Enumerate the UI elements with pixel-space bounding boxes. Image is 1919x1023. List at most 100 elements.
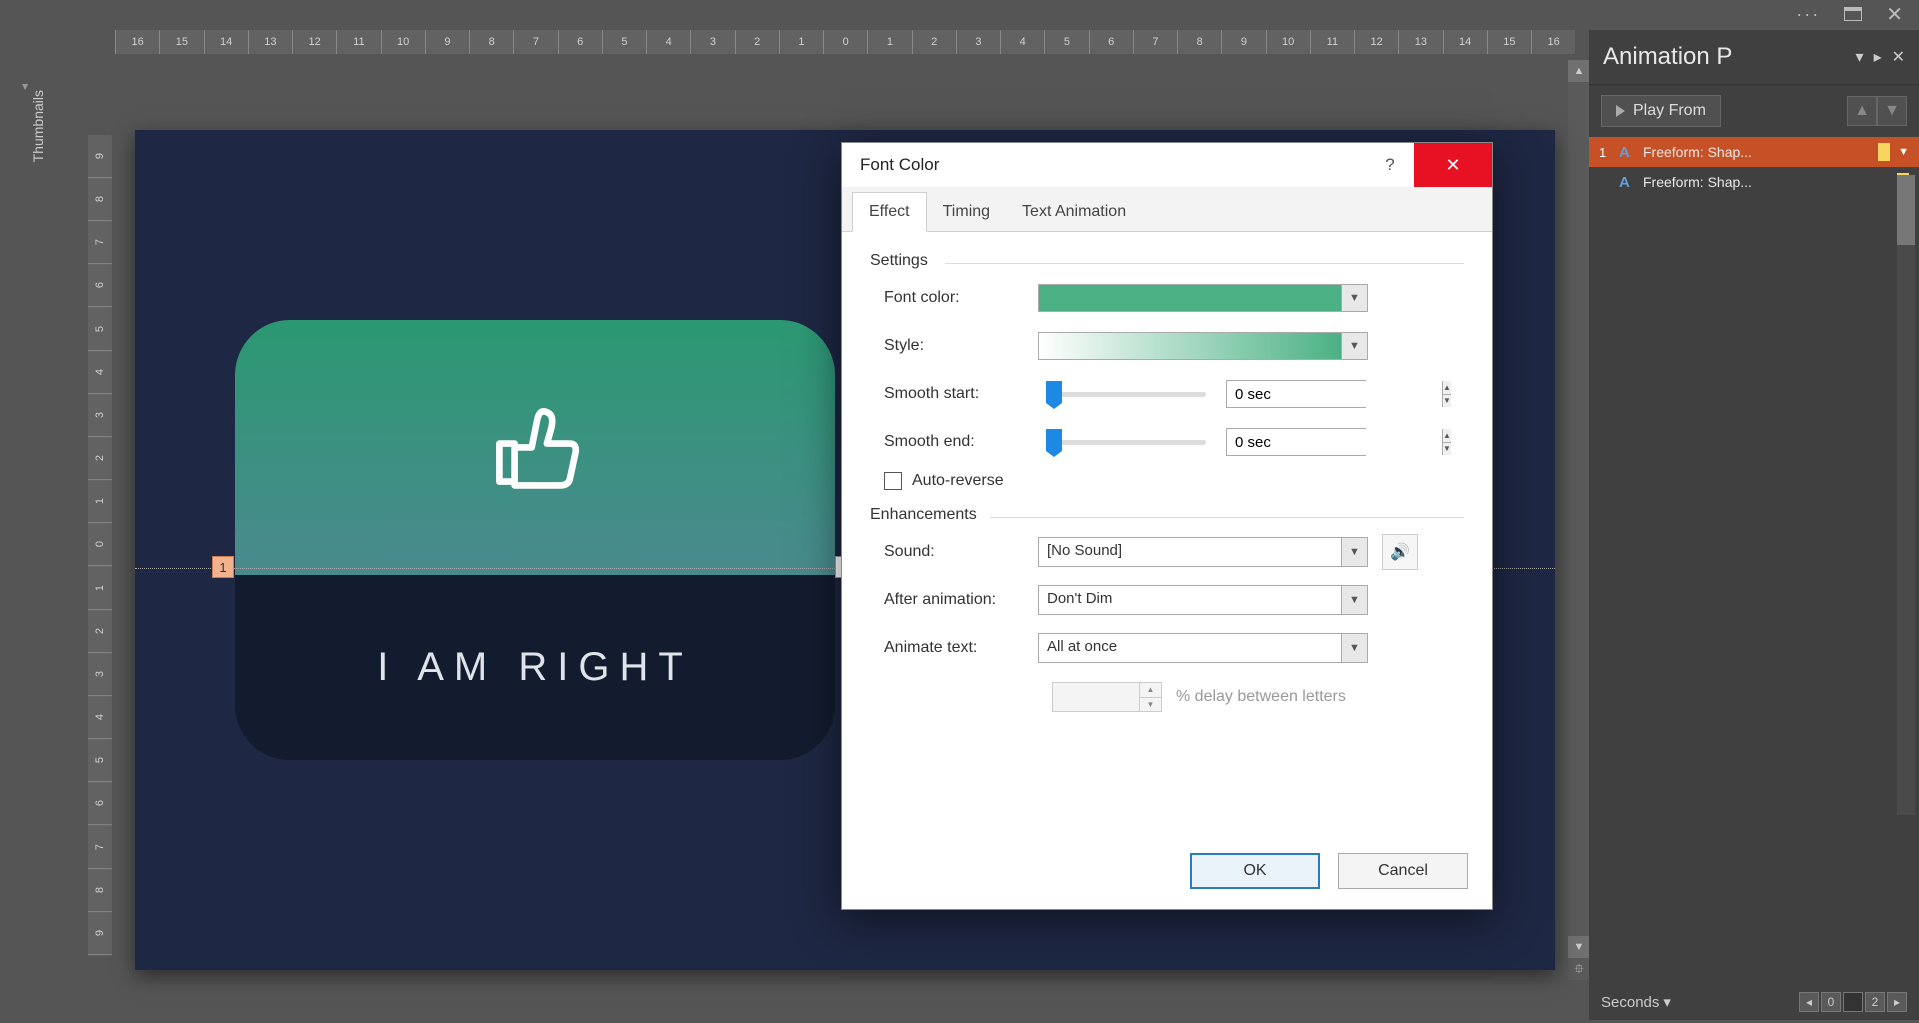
chevron-down-icon[interactable]: ▼ [1341, 586, 1367, 614]
tab-text-animation[interactable]: Text Animation [1006, 193, 1142, 231]
sound-value: [No Sound] [1039, 538, 1341, 566]
ruler-tick: 15 [1487, 30, 1531, 54]
smooth-end-spinner[interactable]: ▲▼ [1226, 428, 1366, 456]
play-from-label: Play From [1633, 102, 1706, 120]
font-color-combo[interactable]: ▼ [1038, 284, 1368, 312]
timeline-next-button[interactable]: ▸ [1887, 992, 1907, 1012]
shape-bottom-panel: I AM RIGHT [235, 575, 835, 760]
enhancements-group-label: Enhancements [870, 504, 1464, 528]
chevron-down-icon[interactable]: ▼ [1341, 285, 1367, 311]
ruler-tick: 4 [88, 696, 112, 739]
thumbs-up-icon [488, 398, 583, 498]
smooth-start-input[interactable] [1227, 381, 1442, 407]
move-down-button[interactable]: ▼ [1877, 96, 1907, 126]
after-animation-value: Don't Dim [1039, 586, 1341, 614]
ribbon-options-icon[interactable]: ··· [1796, 4, 1820, 25]
font-color-swatch [1039, 285, 1341, 311]
vertical-ruler: 9876543210123456789 [88, 135, 112, 955]
auto-reverse-checkbox[interactable] [884, 472, 902, 490]
horizontal-ruler: 1615141312111098765432101234567891011121… [115, 30, 1575, 54]
ruler-tick: 7 [88, 826, 112, 869]
cancel-button[interactable]: Cancel [1338, 853, 1468, 889]
spin-down-icon[interactable]: ▼ [1443, 443, 1451, 456]
timeline-value-2: 2 [1865, 992, 1885, 1012]
animation-pane: Animation P ▾ ▸ ✕ Play From ▲ ▼ 1Freefor… [1589, 30, 1919, 1020]
play-from-button[interactable]: Play From [1601, 95, 1721, 127]
chevron-down-icon[interactable]: ▼ [1341, 333, 1367, 359]
move-up-button[interactable]: ▲ [1847, 96, 1877, 126]
delay-spinner: ▲▼ [1052, 682, 1162, 712]
animate-text-label: Animate text: [870, 639, 1038, 657]
scroll-down-icon[interactable]: ▼ [1568, 936, 1590, 958]
style-combo[interactable]: ▼ [1038, 332, 1368, 360]
ruler-tick: 4 [646, 30, 690, 54]
ruler-tick: 1 [867, 30, 911, 54]
animation-list-item[interactable]: 1Freeform: Shap...▼ [1589, 137, 1919, 167]
ruler-tick: 10 [1266, 30, 1310, 54]
close-window-icon[interactable]: ✕ [1886, 2, 1903, 27]
shape-top-panel [235, 320, 835, 575]
smooth-end-input[interactable] [1227, 429, 1442, 455]
pane-close-icon[interactable]: ✕ [1892, 47, 1905, 67]
chevron-down-icon[interactable]: ▼ [1341, 634, 1367, 662]
delay-hint-label: % delay between letters [1176, 688, 1346, 706]
editor-vertical-scrollbar[interactable]: ▲ ▼ ⯐ [1568, 60, 1590, 980]
anim-item-label: Freeform: Shap... [1643, 144, 1870, 160]
ruler-tick: 2 [88, 610, 112, 653]
timeline-prev-button[interactable]: ◂ [1799, 992, 1819, 1012]
ruler-tick: 8 [1177, 30, 1221, 54]
smooth-start-slider[interactable] [1046, 390, 1206, 398]
animation-tag-left[interactable]: 1 [212, 556, 234, 578]
speaker-icon: 🔊 [1390, 542, 1410, 562]
sound-combo[interactable]: [No Sound] ▼ [1038, 537, 1368, 567]
ruler-tick: 10 [381, 30, 425, 54]
ruler-tick: 16 [115, 30, 159, 54]
play-icon [1616, 105, 1625, 117]
ok-button[interactable]: OK [1190, 853, 1320, 889]
tab-timing[interactable]: Timing [927, 193, 1006, 231]
dialog-close-button[interactable]: ✕ [1414, 143, 1492, 187]
ruler-tick: 6 [1089, 30, 1133, 54]
after-animation-label: After animation: [870, 591, 1038, 609]
ruler-tick: 9 [1221, 30, 1265, 54]
freeform-shape[interactable]: I AM RIGHT [235, 320, 835, 760]
pane-options-icon[interactable]: ▾ [1856, 47, 1864, 67]
spin-up-icon[interactable]: ▲ [1443, 381, 1451, 395]
thumbnails-sidebar[interactable]: ▸ Thumbnails [0, 30, 52, 1020]
timeline-value-0: 0 [1821, 992, 1841, 1012]
spin-down-icon[interactable]: ▼ [1443, 395, 1451, 408]
sound-preview-button[interactable]: 🔊 [1382, 534, 1418, 570]
anim-pane-scrollbar[interactable] [1897, 175, 1915, 815]
dialog-help-button[interactable]: ? [1366, 143, 1414, 187]
smooth-end-slider[interactable] [1046, 438, 1206, 446]
ruler-tick: 14 [204, 30, 248, 54]
scroll-split-icon[interactable]: ⯐ [1568, 958, 1590, 980]
smooth-start-spinner[interactable]: ▲▼ [1226, 380, 1366, 408]
smooth-end-label: Smooth end: [870, 433, 1038, 451]
ruler-tick: 12 [1354, 30, 1398, 54]
style-gradient-swatch [1039, 333, 1341, 359]
ruler-tick: 0 [823, 30, 867, 54]
animate-text-combo[interactable]: All at once ▼ [1038, 633, 1368, 663]
ruler-tick: 14 [1443, 30, 1487, 54]
ruler-tick: 7 [513, 30, 557, 54]
font-color-label: Font color: [870, 289, 1038, 307]
pane-pin-icon[interactable]: ▸ [1874, 47, 1882, 67]
ruler-tick: 9 [88, 135, 112, 178]
after-animation-combo[interactable]: Don't Dim ▼ [1038, 585, 1368, 615]
ruler-tick: 13 [1398, 30, 1442, 54]
chevron-down-icon[interactable]: ▼ [1898, 146, 1909, 158]
scroll-up-icon[interactable]: ▲ [1568, 60, 1590, 82]
timeline-seconds-label[interactable]: Seconds▾ [1601, 993, 1671, 1011]
ribbon-display-icon[interactable] [1844, 7, 1862, 21]
ruler-tick: 6 [88, 782, 112, 825]
ruler-tick: 7 [1133, 30, 1177, 54]
ruler-tick: 1 [88, 567, 112, 610]
ruler-tick: 2 [88, 437, 112, 480]
chevron-down-icon[interactable]: ▼ [1341, 538, 1367, 566]
animation-list-item[interactable]: Freeform: Shap... [1589, 167, 1919, 197]
ruler-tick: 4 [1000, 30, 1044, 54]
spin-up-icon[interactable]: ▲ [1443, 429, 1451, 443]
tab-effect[interactable]: Effect [852, 192, 927, 232]
ruler-tick: 11 [336, 30, 380, 54]
